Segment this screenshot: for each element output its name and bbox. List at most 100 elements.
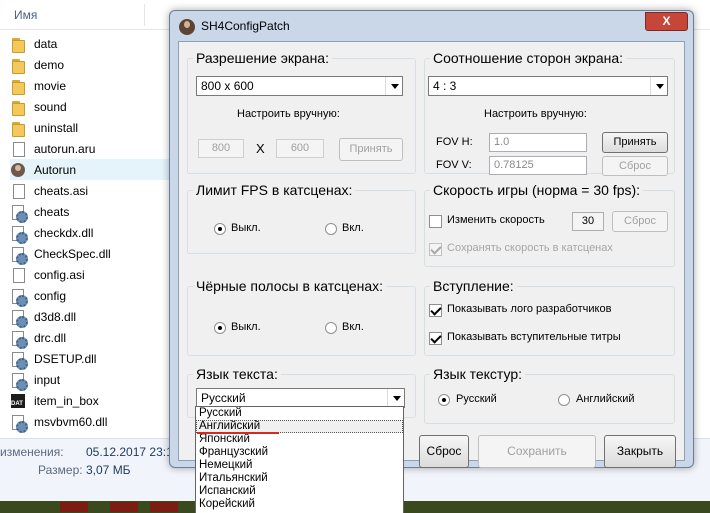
fps-on-radio[interactable] bbox=[325, 223, 337, 235]
column-header-name[interactable]: Имя bbox=[14, 8, 37, 22]
file-row[interactable]: input bbox=[10, 369, 180, 391]
app-avatar-icon bbox=[10, 162, 26, 178]
settings-file-icon bbox=[10, 372, 28, 391]
language-option[interactable]: Испанский bbox=[196, 485, 403, 498]
file-name: demo bbox=[34, 57, 65, 72]
resolution-apply-button[interactable]: Принять bbox=[339, 138, 403, 161]
language-option[interactable]: Корейский bbox=[196, 498, 403, 511]
fov-v-input[interactable]: 0.78125 bbox=[489, 156, 587, 175]
texture-ru-radio[interactable] bbox=[438, 394, 450, 406]
file-row[interactable]: sound bbox=[10, 96, 180, 117]
file-row[interactable]: config bbox=[10, 285, 180, 307]
file-row[interactable]: item_in_box bbox=[10, 390, 180, 411]
chevron-down-icon[interactable] bbox=[385, 77, 402, 95]
change-speed-checkbox[interactable] bbox=[429, 215, 442, 228]
taskbar-item[interactable] bbox=[150, 502, 178, 512]
settings-file-icon bbox=[10, 288, 28, 307]
file-row[interactable]: autorun.aru bbox=[10, 138, 180, 159]
settings-file-icon bbox=[10, 351, 28, 370]
file-name: config.asi bbox=[34, 267, 85, 282]
save-button[interactable]: Сохранить bbox=[478, 435, 596, 468]
speed-reset-button[interactable]: Сброс bbox=[612, 211, 668, 232]
language-option[interactable]: Французский bbox=[196, 446, 403, 459]
file-name: Autorun bbox=[34, 162, 77, 177]
dat-file-icon bbox=[10, 393, 26, 409]
modified-value: 05.12.2017 23:12 bbox=[86, 445, 180, 459]
texture-language-legend: Язык текстур: bbox=[433, 366, 523, 382]
dialog-title: SH4ConfigPatch bbox=[201, 19, 290, 33]
show-titles-label[interactable]: Показывать вступительные титры bbox=[447, 331, 621, 343]
file-row[interactable]: uninstall bbox=[10, 117, 180, 138]
language-option[interactable]: Итальянский bbox=[196, 472, 403, 485]
resolution-width-input[interactable]: 800 bbox=[198, 139, 244, 158]
folder-icon bbox=[10, 78, 26, 95]
fov-h-label: FOV H: bbox=[436, 136, 473, 148]
fps-off-radio[interactable] bbox=[214, 223, 226, 235]
file-row[interactable]: drc.dll bbox=[10, 327, 180, 349]
file-row[interactable]: CheckSpec.dll bbox=[10, 243, 180, 265]
file-row[interactable]: config.asi bbox=[10, 264, 180, 285]
show-logos-checkbox[interactable] bbox=[429, 304, 442, 317]
text-language-dropdown-list[interactable]: Русский Английский Японский Французский Неме… bbox=[195, 406, 404, 513]
language-option[interactable]: Немецкий bbox=[196, 459, 403, 472]
text-language-select[interactable]: Русский bbox=[196, 388, 405, 408]
file-icon bbox=[10, 183, 26, 199]
resolution-height-input[interactable]: 600 bbox=[276, 139, 324, 158]
intro-legend: Вступление: bbox=[433, 278, 514, 294]
resolution-select[interactable]: 800 x 600 bbox=[196, 76, 403, 96]
language-option[interactable]: Русский bbox=[196, 407, 403, 420]
fov-apply-button[interactable]: Принять bbox=[602, 132, 668, 153]
aspect-select[interactable]: 4 : 3 bbox=[428, 76, 668, 96]
keep-speed-checkbox[interactable] bbox=[429, 243, 442, 256]
close-button[interactable]: Закрыть bbox=[604, 435, 676, 468]
file-name: autorun.aru bbox=[34, 141, 96, 156]
file-row[interactable]: data bbox=[10, 33, 180, 54]
black-bars-off-radio[interactable] bbox=[214, 322, 226, 334]
taskbar-item[interactable] bbox=[60, 502, 88, 512]
texture-en-label[interactable]: Английский bbox=[576, 393, 635, 405]
fov-h-input[interactable]: 1.0 bbox=[489, 133, 587, 152]
keep-speed-label[interactable]: Сохранять скорость в катсценах bbox=[447, 242, 613, 254]
show-titles-checkbox[interactable] bbox=[429, 332, 442, 345]
taskbar-item[interactable] bbox=[110, 502, 138, 512]
fps-on-label[interactable]: Вкл. bbox=[342, 222, 364, 234]
black-bars-on-radio[interactable] bbox=[325, 322, 337, 334]
speed-value-input[interactable]: 30 bbox=[572, 212, 604, 231]
aspect-legend: Соотношение сторон экрана: bbox=[433, 50, 624, 66]
file-row[interactable]: cheats.asi bbox=[10, 180, 180, 201]
file-name: drc.dll bbox=[34, 330, 67, 345]
file-row[interactable]: movie bbox=[10, 75, 180, 96]
texture-ru-label[interactable]: Русский bbox=[456, 393, 497, 405]
change-speed-label[interactable]: Изменить скорость bbox=[447, 214, 545, 226]
file-name: item_in_box bbox=[34, 393, 99, 408]
close-window-button[interactable]: X bbox=[645, 12, 688, 31]
dialog-titlebar[interactable]: SH4ConfigPatch X bbox=[170, 11, 693, 41]
annotation-underline bbox=[197, 432, 279, 434]
file-name: cheats bbox=[34, 204, 70, 219]
settings-file-icon bbox=[10, 414, 28, 433]
file-row[interactable]: cheats bbox=[10, 201, 180, 223]
chevron-down-icon[interactable] bbox=[650, 77, 667, 95]
file-name: checkdx.dll bbox=[34, 225, 94, 240]
black-bars-off-label[interactable]: Выкл. bbox=[231, 321, 261, 333]
black-bars-group: Чёрные полосы в катсценах: bbox=[187, 278, 416, 356]
file-row[interactable]: Autorun bbox=[10, 159, 180, 180]
reset-button[interactable]: Сброс bbox=[419, 435, 469, 468]
file-row[interactable]: checkdx.dll bbox=[10, 222, 180, 244]
language-option[interactable]: Японский bbox=[196, 433, 403, 446]
file-row[interactable]: msvbvm60.dll bbox=[10, 411, 180, 433]
file-row[interactable]: demo bbox=[10, 54, 180, 75]
file-name: sound bbox=[34, 99, 67, 114]
file-row[interactable]: d3d8.dll bbox=[10, 306, 180, 328]
texture-en-radio[interactable] bbox=[558, 394, 570, 406]
resolution-select-value: 800 x 600 bbox=[201, 79, 254, 93]
file-row[interactable]: DSETUP.dll bbox=[10, 348, 180, 370]
file-name: d3d8.dll bbox=[34, 309, 77, 324]
chevron-down-icon[interactable] bbox=[387, 389, 404, 407]
show-logos-label[interactable]: Показывать лого разработчиков bbox=[447, 303, 611, 315]
fov-v-label: FOV V: bbox=[436, 159, 472, 171]
fov-reset-button[interactable]: Сброс bbox=[602, 156, 668, 176]
fps-off-label[interactable]: Выкл. bbox=[231, 222, 261, 234]
black-bars-on-label[interactable]: Вкл. bbox=[342, 321, 364, 333]
folder-icon bbox=[10, 120, 26, 137]
